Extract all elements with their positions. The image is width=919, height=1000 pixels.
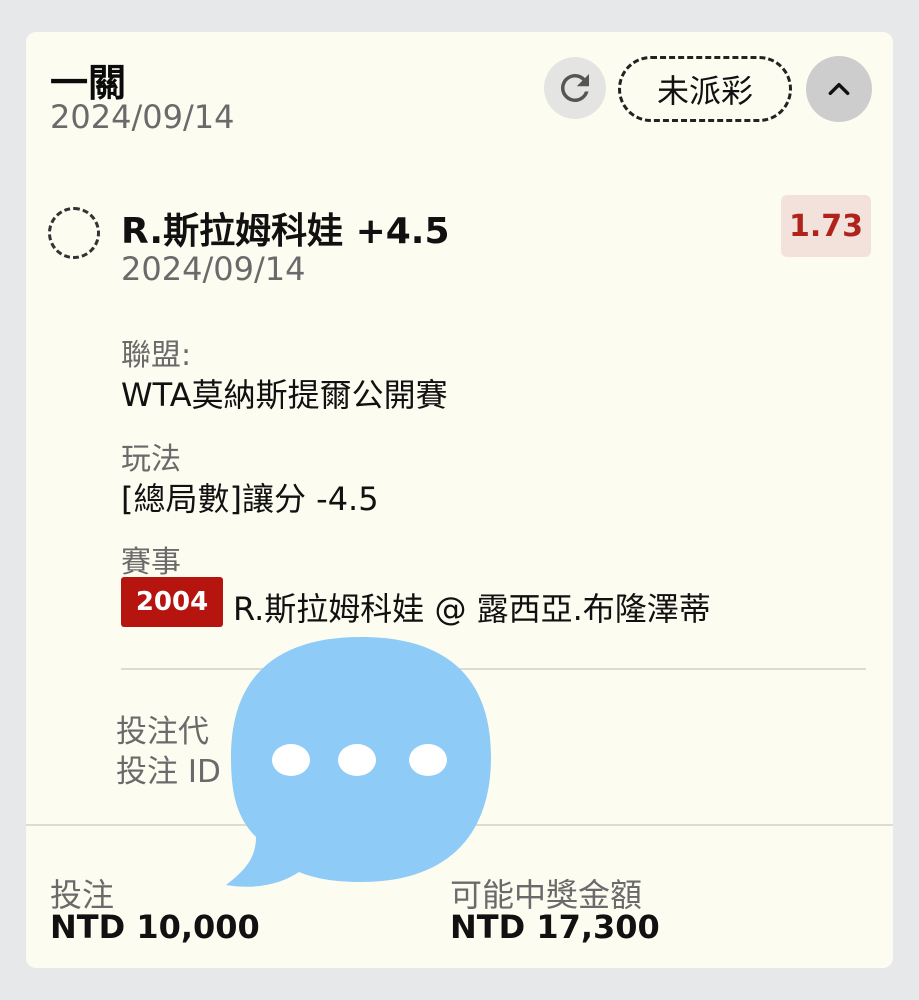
payout-value: NTD 17,300 — [450, 908, 660, 946]
status-label: 未派彩 — [656, 72, 753, 110]
selection-radio[interactable] — [48, 207, 100, 259]
league-value: WTA莫納斯提爾公開賽 — [121, 376, 448, 414]
bet-card: 一關 2024/09/14 未派彩 R.斯拉姆科娃 +4.5 2024/09/1… — [26, 32, 893, 968]
refresh-icon — [560, 73, 589, 102]
market-label: 玩法 — [121, 442, 181, 477]
chevron-up-icon — [828, 82, 850, 96]
status-button[interactable]: 未派彩 — [618, 56, 792, 122]
stake-value: NTD 10,000 — [50, 908, 260, 946]
market-value: [總局數]讓分 -4.5 — [121, 480, 379, 518]
selection-date: 2024/09/14 — [121, 250, 306, 288]
speech-bubble-icon — [226, 637, 491, 887]
event-label: 賽事 — [121, 545, 181, 580]
event-value: R.斯拉姆科娃 @ 露西亞.布隆澤蒂 — [233, 590, 711, 628]
bet-date: 2024/09/14 — [50, 98, 235, 136]
league-label: 聯盟: — [121, 338, 192, 373]
bet-code-label: 投注代 — [116, 714, 209, 750]
odds-badge: 1.73 — [781, 195, 871, 257]
collapse-button[interactable] — [806, 56, 872, 122]
bet-id-label: 投注 ID — [116, 754, 221, 790]
selection-name: R.斯拉姆科娃 +4.5 — [121, 211, 450, 252]
event-id-badge: 2004 — [121, 577, 223, 627]
refresh-button[interactable] — [544, 57, 606, 119]
